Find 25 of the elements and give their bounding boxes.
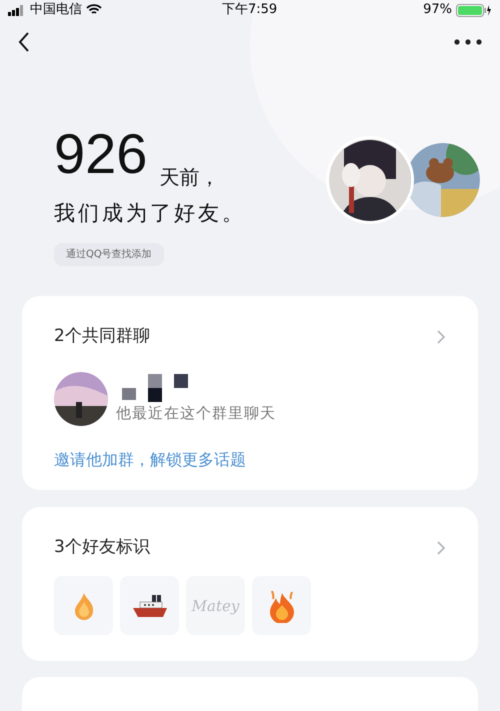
clock-label: 下午7:59 (222, 1, 278, 20)
days-count: 926 (54, 126, 148, 182)
flame-icon (268, 588, 296, 623)
flame-icon (72, 592, 94, 620)
battery-icon (456, 4, 492, 17)
recent-chat-text: 他最近在这个群里聊天 (116, 402, 276, 424)
ship-icon (132, 592, 168, 619)
back-button[interactable] (18, 32, 30, 52)
chevron-right-icon[interactable] (436, 540, 446, 556)
badge-label: Matey (192, 596, 240, 617)
chevron-right-icon[interactable] (436, 329, 446, 346)
friend-badge[interactable]: Matey (186, 576, 245, 636)
friends-since-text: 我们成为了好友。 (54, 200, 246, 227)
invite-link[interactable]: 邀请他加群，解锁更多话题 (54, 448, 446, 472)
source-tag: 通过QQ号查找添加 (54, 243, 164, 266)
card-title: 3个好友标识 (54, 536, 150, 559)
friend-badge[interactable] (120, 576, 179, 636)
carrier-label: 中国电信 (30, 1, 82, 20)
wifi-icon (86, 4, 102, 16)
days-suffix: 天前， (159, 164, 220, 191)
battery-label: 97% (423, 1, 452, 20)
card-title: 2个共同群聊 (54, 325, 150, 348)
more-button[interactable] (454, 39, 482, 46)
friend-badge[interactable] (252, 576, 311, 636)
signal-icon (8, 4, 26, 16)
